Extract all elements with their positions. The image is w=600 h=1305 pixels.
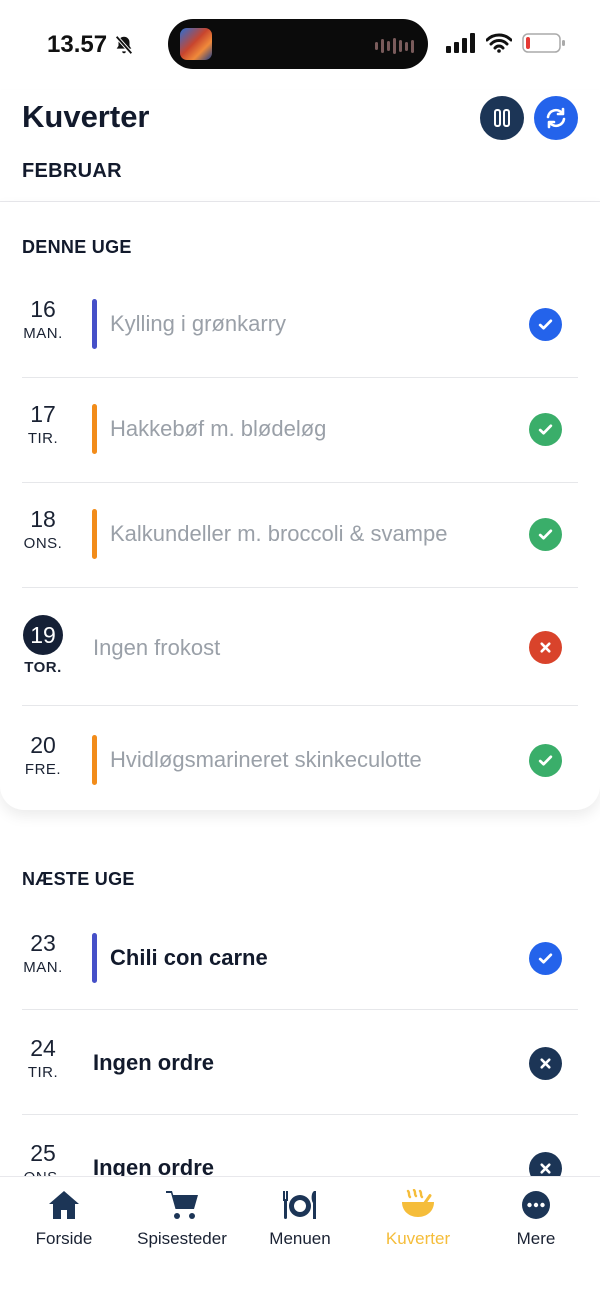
today-number: 19	[23, 615, 63, 655]
tab-label: Spisesteder	[137, 1229, 227, 1248]
tab-label: Mere	[516, 1229, 556, 1248]
day-date: 25 ONS.	[14, 1140, 72, 1179]
utensils-icon	[283, 1191, 316, 1219]
tab-forside[interactable]: Forside	[5, 1187, 123, 1249]
tab-mere[interactable]: Mere	[477, 1187, 595, 1249]
status-icons	[446, 32, 566, 54]
divider	[22, 482, 578, 483]
day-date: 20 FRE.	[14, 732, 72, 779]
this-week-card: DENNE UGE 16 MAN. Kylling i grønkarry 17…	[0, 202, 600, 810]
day-row-today[interactable]: 19 TOR. Ingen frokost	[0, 615, 600, 705]
day-number: 16	[30, 296, 56, 322]
day-weekday: FRE.	[24, 761, 62, 778]
month-label: FEBRUAR	[22, 160, 122, 182]
page-header: Kuverter FEBRUAR	[0, 90, 600, 202]
day-row[interactable]: 23 MAN. Chili con carne	[0, 932, 600, 1012]
clock-text: 13.57	[47, 31, 108, 58]
wifi-icon	[486, 33, 512, 53]
day-weekday: MAN.	[23, 325, 63, 342]
status-x-icon[interactable]	[529, 1047, 562, 1080]
dynamic-island[interactable]	[168, 19, 428, 69]
section-title-next-week: NÆSTE UGE	[22, 869, 135, 889]
dish-name: Hvidløgsmarineret skinkeculotte	[110, 747, 422, 772]
day-date: 24 TIR.	[14, 1035, 72, 1082]
dish-name: Ingen frokost	[93, 635, 221, 660]
bottom-tab-bar: Forside Spisesteder Menuen Kuverter Mere	[0, 1176, 600, 1305]
home-icon	[49, 1191, 79, 1219]
status-check-icon[interactable]	[529, 413, 562, 446]
day-weekday: TIR.	[27, 430, 59, 447]
status-time: 13.57	[47, 31, 135, 59]
day-number: 17	[30, 401, 56, 427]
day-weekday: TOR.	[24, 659, 62, 676]
day-date: 16 MAN.	[14, 296, 72, 343]
cart-icon	[166, 1191, 198, 1219]
audio-waveform-icon	[375, 38, 414, 54]
next-week-section: NÆSTE UGE 23 MAN. Chili con carne 24 TIR…	[0, 810, 600, 1178]
day-date: 23 MAN.	[14, 930, 72, 977]
refresh-icon	[546, 107, 566, 129]
page-title: Kuverter	[22, 99, 150, 134]
cellular-signal-icon	[446, 33, 475, 53]
bowl-icon	[402, 1189, 434, 1217]
meal-category-bar	[92, 299, 97, 349]
dish-name: Kalkundeller m. broccoli & svampe	[110, 521, 448, 546]
meal-category-bar	[92, 509, 97, 559]
day-date: 19 TOR.	[14, 615, 72, 676]
dish-name: Chili con carne	[110, 945, 268, 970]
divider	[22, 1114, 578, 1115]
battery-low-icon	[522, 33, 565, 53]
day-date: 18 ONS.	[14, 506, 72, 553]
tab-kuverter[interactable]: Kuverter	[359, 1187, 477, 1249]
day-number: 18	[30, 506, 56, 532]
meal-category-bar	[92, 933, 97, 983]
divider	[22, 377, 578, 378]
tab-menuen[interactable]: Menuen	[241, 1187, 359, 1249]
status-check-icon[interactable]	[529, 744, 562, 777]
day-weekday: MAN.	[23, 959, 63, 976]
silent-bell-icon	[115, 35, 133, 55]
divider	[22, 705, 578, 706]
tab-label: Forside	[35, 1229, 93, 1248]
day-number: 25	[30, 1140, 56, 1166]
section-title-this-week: DENNE UGE	[22, 237, 132, 257]
pause-icon	[494, 109, 510, 127]
day-row[interactable]: 18 ONS. Kalkundeller m. broccoli & svamp…	[0, 508, 600, 588]
divider	[22, 1009, 578, 1010]
day-number-wrap: 19	[14, 615, 72, 655]
dish-name: Ingen ordre	[93, 1050, 215, 1075]
status-check-icon[interactable]	[529, 942, 562, 975]
day-weekday: ONS.	[23, 535, 63, 552]
now-playing-artwork	[180, 28, 212, 60]
dish-name: Kylling i grønkarry	[110, 311, 287, 336]
tab-label: Menuen	[269, 1229, 331, 1248]
tab-label: Kuverter	[385, 1229, 451, 1248]
status-x-icon[interactable]	[529, 631, 562, 664]
meal-category-bar	[92, 404, 97, 454]
day-row[interactable]: 25 ONS. Ingen ordre	[0, 1142, 600, 1178]
dish-name: Hakkebøf m. blødeløg	[110, 416, 327, 441]
day-row[interactable]: 16 MAN. Kylling i grønkarry	[0, 298, 600, 378]
day-row[interactable]: 20 FRE. Hvidløgsmarineret skinkeculotte	[0, 734, 600, 794]
day-number: 20	[30, 732, 56, 758]
status-x-icon[interactable]	[529, 1152, 562, 1178]
day-weekday: TIR.	[27, 1064, 59, 1081]
status-check-icon[interactable]	[529, 308, 562, 341]
day-row[interactable]: 24 TIR. Ingen ordre	[0, 1037, 600, 1117]
meal-category-bar	[92, 735, 97, 785]
pause-button[interactable]	[480, 96, 524, 140]
tab-spisesteder[interactable]: Spisesteder	[123, 1187, 241, 1249]
status-check-icon[interactable]	[529, 518, 562, 551]
dish-name: Ingen ordre	[93, 1155, 215, 1178]
day-date: 17 TIR.	[14, 401, 72, 448]
status-bar: 13.57	[0, 0, 600, 90]
divider	[22, 587, 578, 588]
day-number: 23	[30, 930, 56, 956]
refresh-button[interactable]	[534, 96, 578, 140]
more-icon	[522, 1191, 550, 1219]
day-number: 24	[30, 1035, 56, 1061]
day-row[interactable]: 17 TIR. Hakkebøf m. blødeløg	[0, 403, 600, 483]
